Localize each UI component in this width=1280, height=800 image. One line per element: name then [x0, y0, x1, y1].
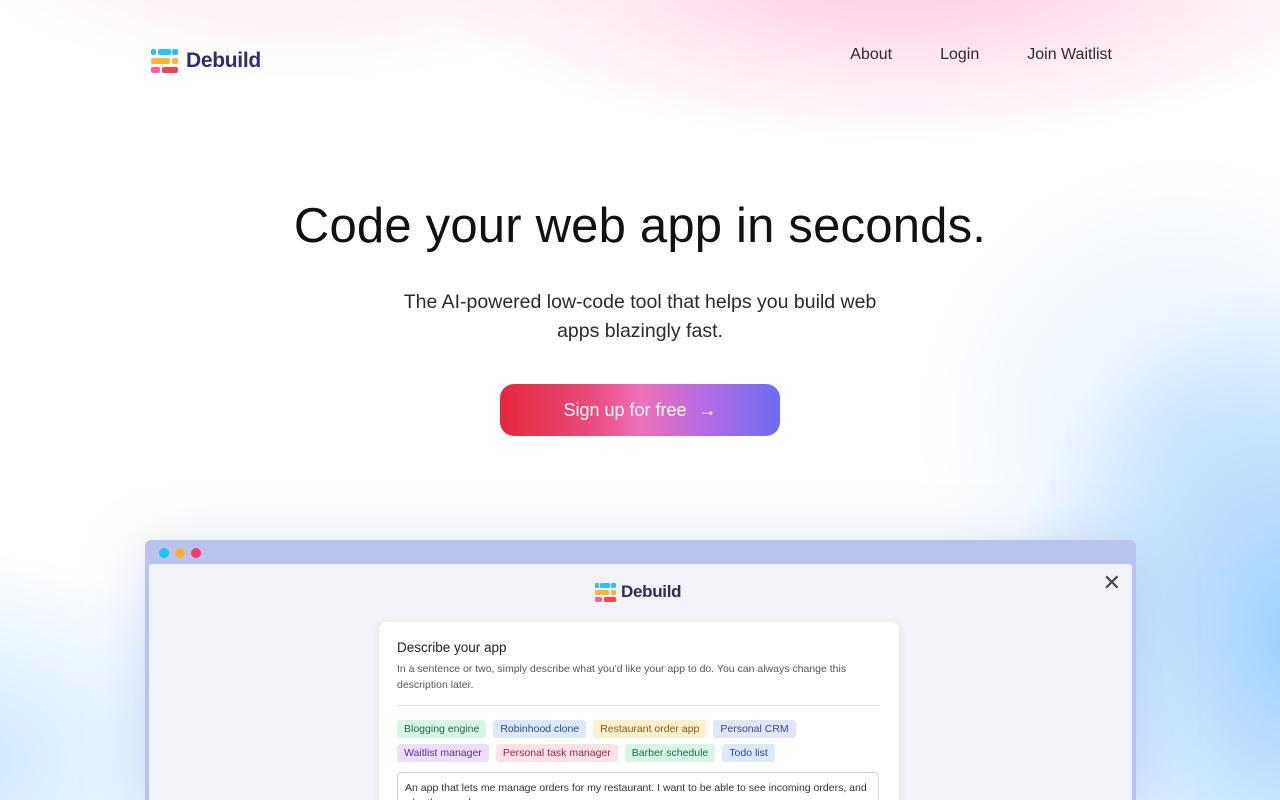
- example-chip[interactable]: Personal CRM: [713, 720, 796, 738]
- sign-up-label: Sign up for free: [563, 399, 687, 420]
- logo-icon: [151, 48, 179, 74]
- nav-login-link[interactable]: Login: [940, 46, 979, 64]
- landing-page: Debuild About Login Join Waitlist Code y…: [0, 0, 1280, 800]
- logo-icon: [595, 582, 616, 602]
- window-dot-icon: [191, 548, 201, 558]
- nav-about-link[interactable]: About: [850, 46, 892, 64]
- example-chip[interactable]: Todo list: [722, 744, 775, 762]
- brand-logo[interactable]: Debuild: [151, 48, 261, 74]
- arrow-right-icon: →: [698, 399, 717, 420]
- nav-join-waitlist-link[interactable]: Join Waitlist: [1027, 46, 1112, 64]
- preview-logo: Debuild: [595, 582, 682, 602]
- example-chips: Blogging engine Robinhood clone Restaura…: [397, 720, 827, 762]
- brand-name: Debuild: [186, 49, 261, 72]
- close-icon[interactable]: ✕: [1103, 570, 1121, 596]
- preview-brand-name: Debuild: [621, 582, 682, 601]
- card-description: In a sentence or two, simply describe wh…: [397, 663, 847, 691]
- window-controls: [159, 548, 201, 558]
- example-chip[interactable]: Robinhood clone: [493, 720, 587, 738]
- describe-app-card: Describe your app In a sentence or two, …: [379, 622, 899, 800]
- window-dot-icon: [159, 548, 169, 558]
- example-chip[interactable]: Blogging engine: [397, 720, 487, 738]
- hero-title: Code your web app in seconds.: [293, 199, 987, 253]
- example-chip[interactable]: Personal task manager: [495, 744, 618, 762]
- divider: [397, 705, 879, 706]
- app-description-textarea[interactable]: An app that lets me manage orders for my…: [397, 772, 879, 800]
- example-chip[interactable]: Waitlist manager: [397, 744, 489, 762]
- preview-content: ✕ Debuild Describe your app In a sentenc…: [149, 564, 1132, 800]
- card-title: Describe your app: [397, 640, 507, 655]
- window-dot-icon: [175, 548, 185, 558]
- app-preview-window: ✕ Debuild Describe your app In a sentenc…: [145, 540, 1136, 800]
- hero-subtitle: The AI-powered low-code tool that helps …: [403, 291, 877, 342]
- example-chip[interactable]: Barber schedule: [624, 744, 716, 762]
- sign-up-button[interactable]: Sign up for free →: [500, 384, 780, 436]
- example-chip[interactable]: Restaurant order app: [593, 720, 707, 738]
- main-nav: About Login Join Waitlist: [850, 46, 1112, 64]
